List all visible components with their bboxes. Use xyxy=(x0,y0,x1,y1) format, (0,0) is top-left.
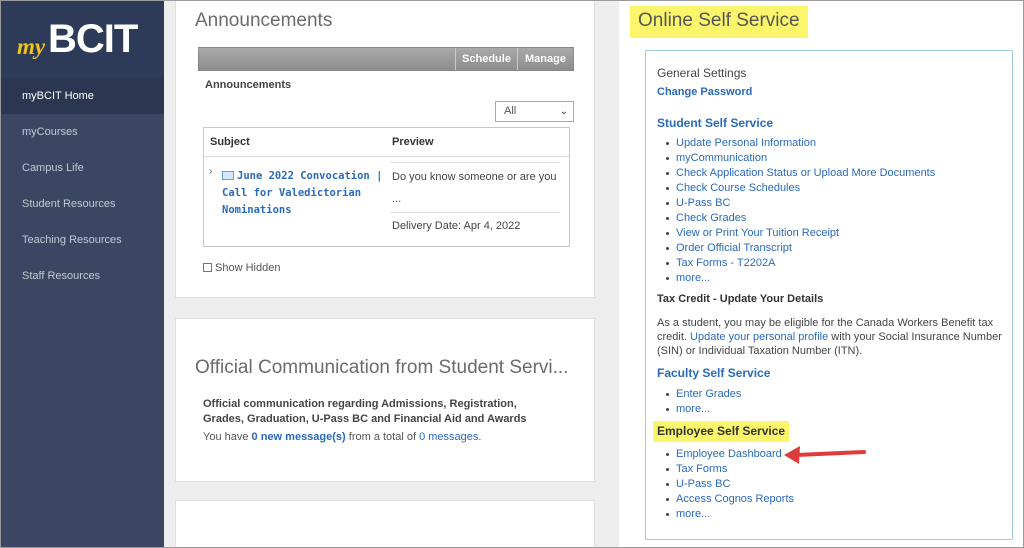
announcements-table: Subject Preview › June 2022 Convocation … xyxy=(203,127,570,247)
employee-links: Employee Dashboard Tax Forms U-Pass BC A… xyxy=(665,447,794,522)
sidebar-item-teaching-resources[interactable]: Teaching Resources xyxy=(1,222,164,258)
change-password-link[interactable]: Change Password xyxy=(657,86,752,98)
announcement-subject-link[interactable]: June 2022 Convocation | Call for Valedic… xyxy=(210,168,385,219)
show-hidden-checkbox[interactable] xyxy=(203,263,212,272)
link-course-schedules[interactable]: Check Course Schedules xyxy=(665,181,935,196)
preview-text: Do you know someone or are you xyxy=(392,171,557,183)
official-communication-title: Official Communication from Student Serv… xyxy=(195,357,569,378)
filter-value: All xyxy=(504,105,517,117)
envelope-icon xyxy=(222,171,234,180)
link-tuition-receipt[interactable]: View or Print Your Tuition Receipt xyxy=(665,226,935,241)
online-self-service-title: Online Self Service xyxy=(630,6,808,38)
general-settings-label: General Settings xyxy=(657,66,747,80)
preview-ellipsis: ... xyxy=(392,193,402,205)
link-update-personal-info[interactable]: Update Personal Information xyxy=(665,136,935,151)
preview-divider-top xyxy=(390,162,560,163)
sidebar: my BCIT myBCIT Home myCourses Campus Lif… xyxy=(1,1,164,547)
link-enter-grades[interactable]: Enter Grades xyxy=(665,387,741,402)
chevron-down-icon: ⌄ xyxy=(559,106,568,117)
sidebar-item-student-resources[interactable]: Student Resources xyxy=(1,186,164,222)
total-messages-link[interactable]: 0 messages xyxy=(419,431,478,443)
link-cognos-reports[interactable]: Access Cognos Reports xyxy=(665,492,794,507)
faculty-self-service-title: Faculty Self Service xyxy=(657,366,771,380)
message-count-line: You have 0 new message(s) from a total o… xyxy=(203,431,481,443)
link-faculty-more[interactable]: more... xyxy=(665,402,741,417)
update-profile-link[interactable]: Update your personal profile xyxy=(690,331,828,343)
link-upass-employee[interactable]: U-Pass BC xyxy=(665,477,794,492)
subject-text: June 2022 Convocation | Call for Valedic… xyxy=(222,170,383,216)
announcements-filter-select[interactable]: All ⌄ xyxy=(495,101,574,122)
schedule-button[interactable]: Schedule xyxy=(455,48,517,70)
logo-bcit: BCIT xyxy=(48,17,138,61)
sidebar-item-campus-life[interactable]: Campus Life xyxy=(1,150,164,186)
faculty-links: Enter Grades more... xyxy=(665,387,741,417)
link-check-grades[interactable]: Check Grades xyxy=(665,211,935,226)
official-communication-widget: Official Communication from Student Serv… xyxy=(175,318,595,482)
link-tax-forms[interactable]: Tax Forms xyxy=(665,462,794,477)
link-application-status[interactable]: Check Application Status or Upload More … xyxy=(665,166,935,181)
self-service-box: General Settings Change Password Student… xyxy=(645,50,1013,540)
logo-my: my xyxy=(17,34,46,59)
header-divider xyxy=(204,156,569,157)
link-employee-dashboard[interactable]: Employee Dashboard xyxy=(665,447,794,462)
student-links: Update Personal Information myCommunicat… xyxy=(665,136,935,286)
show-hidden-label: Show Hidden xyxy=(215,262,281,274)
tax-credit-text: As a student, you may be eligible for th… xyxy=(657,316,1003,358)
delivery-date: Delivery Date: Apr 4, 2022 xyxy=(392,220,521,232)
sidebar-item-staff-resources[interactable]: Staff Resources xyxy=(1,258,164,294)
official-communication-description: Official communication regarding Admissi… xyxy=(203,398,527,425)
msg-prefix: You have xyxy=(203,431,249,443)
link-upass-student[interactable]: U-Pass BC xyxy=(665,196,935,211)
msg-mid: from a total of xyxy=(348,431,417,443)
preview-divider-bottom xyxy=(390,212,560,213)
announcements-subtitle: Announcements xyxy=(205,79,292,91)
student-self-service-title: Student Self Service xyxy=(657,116,774,130)
link-tax-forms-t2202a[interactable]: Tax Forms - T2202A xyxy=(665,256,935,271)
link-employee-more[interactable]: more... xyxy=(665,507,794,522)
empty-widget xyxy=(175,500,595,548)
show-hidden-toggle[interactable]: Show Hidden xyxy=(203,262,280,274)
link-official-transcript[interactable]: Order Official Transcript xyxy=(665,241,935,256)
tax-credit-title: Tax Credit - Update Your Details xyxy=(657,293,824,305)
announcements-toolbar: Schedule Manage xyxy=(198,47,574,71)
sidebar-item-home[interactable]: myBCIT Home xyxy=(1,78,164,114)
red-arrow-icon xyxy=(784,446,866,464)
employee-self-service-title: Employee Self Service xyxy=(653,421,790,442)
column-header-subject: Subject xyxy=(210,136,250,148)
announcements-title: Announcements xyxy=(195,10,333,31)
msg-end: . xyxy=(478,431,482,443)
link-student-more[interactable]: more... xyxy=(665,271,935,286)
column-header-preview: Preview xyxy=(392,136,434,148)
manage-button[interactable]: Manage xyxy=(517,48,573,70)
mybcit-logo[interactable]: my BCIT xyxy=(1,1,164,78)
sidebar-item-mycourses[interactable]: myCourses xyxy=(1,114,164,150)
link-mycommunication[interactable]: myCommunication xyxy=(665,151,935,166)
new-messages-link[interactable]: 0 new message(s) xyxy=(252,431,346,443)
announcements-widget: Announcements Schedule Manage Announceme… xyxy=(175,0,595,298)
